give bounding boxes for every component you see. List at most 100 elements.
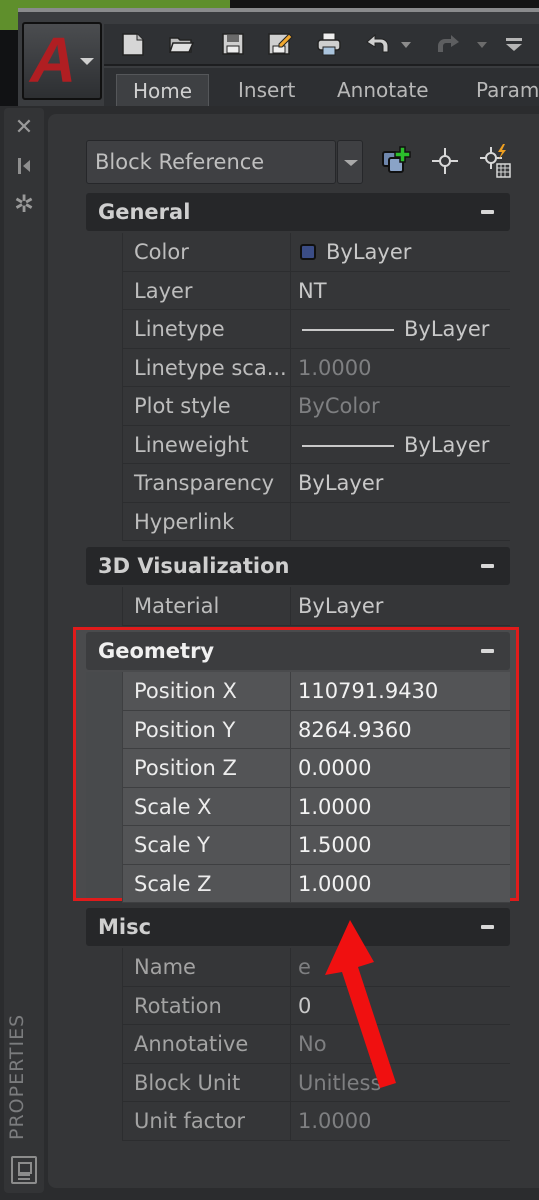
property-value[interactable]: ByLayer (292, 310, 510, 348)
property-label: Linetype (123, 310, 291, 348)
property-value[interactable]: No (292, 1025, 510, 1063)
section-general[interactable]: General (86, 193, 510, 231)
save-icon[interactable] (218, 30, 248, 58)
property-value[interactable]: ByLayer (292, 587, 510, 625)
property-label: Scale Y (123, 826, 291, 864)
property-row[interactable]: Transparency ByLayer (122, 464, 510, 503)
color-value: ByLayer (326, 240, 412, 264)
property-value[interactable]: e (292, 948, 510, 986)
general-properties: Color ByLayer Layer NT Linetype ByLayer … (122, 233, 510, 541)
lineweight-value: ByLayer (404, 432, 490, 457)
redo-icon[interactable] (434, 30, 464, 58)
property-row[interactable]: Scale Y 1.5000 (122, 826, 510, 865)
property-row[interactable]: Rotation 0 (122, 986, 510, 1025)
property-label: Transparency (123, 464, 291, 502)
property-value[interactable]: ByLayer (292, 464, 510, 502)
property-row[interactable]: Layer NT (122, 271, 510, 310)
property-row[interactable]: Position X 110791.9430 (122, 672, 510, 711)
property-row[interactable]: Position Y 8264.9360 (122, 710, 510, 749)
settings-icon[interactable]: ✲ (10, 190, 38, 218)
object-type-select[interactable]: Block Reference (86, 140, 336, 184)
property-value[interactable]: 0.0000 (292, 749, 510, 787)
property-label: Position X (123, 672, 291, 710)
property-label: Hyperlink (123, 502, 291, 540)
collapse-icon[interactable] (481, 649, 494, 653)
property-label: Layer (123, 271, 291, 309)
property-value[interactable]: 1.0000 (292, 865, 510, 903)
geometry-gutter (86, 672, 122, 898)
property-value[interactable]: Unitless (292, 1064, 510, 1102)
open-icon[interactable] (166, 30, 196, 58)
section-geometry[interactable]: Geometry (86, 632, 510, 670)
quick-select-icon[interactable] (476, 142, 514, 180)
properties-icon[interactable] (11, 1156, 37, 1184)
property-label: Lineweight (123, 425, 291, 463)
new-icon[interactable] (118, 30, 148, 58)
section-misc[interactable]: Misc (86, 908, 510, 946)
auto-hide-icon[interactable] (10, 152, 38, 180)
collapse-icon[interactable] (481, 564, 494, 568)
visualization-properties: Material ByLayer (122, 587, 510, 626)
property-row[interactable]: Plot style ByColor (122, 387, 510, 426)
property-label: Name (123, 948, 291, 986)
property-row[interactable]: Scale X 1.0000 (122, 787, 510, 826)
property-value[interactable]: 0 (292, 987, 510, 1025)
undo-dropdown-icon[interactable] (398, 30, 414, 58)
tab-insert[interactable]: Insert (222, 74, 311, 106)
ribbon-tabs: Home Insert Annotate Param (104, 68, 539, 106)
property-row[interactable]: Linetype sca... 1.0000 (122, 348, 510, 387)
property-row[interactable]: Scale Z 1.0000 (122, 864, 510, 903)
collapse-icon[interactable] (481, 210, 494, 214)
section-title: 3D Visualization (98, 554, 290, 578)
customize-icon[interactable] (502, 30, 526, 58)
property-row[interactable]: Name e (122, 948, 510, 987)
application-menu-button[interactable]: A (22, 22, 102, 100)
property-value[interactable]: 1.0000 (292, 1102, 510, 1140)
property-value[interactable]: 1.5000 (292, 826, 510, 864)
undo-icon[interactable] (362, 30, 392, 58)
property-row[interactable]: Material ByLayer (122, 587, 510, 626)
property-value[interactable]: 1.0000 (292, 788, 510, 826)
property-row[interactable]: Color ByLayer (122, 233, 510, 272)
tab-annotate[interactable]: Annotate (321, 74, 445, 106)
property-value[interactable]: ByLayer (292, 426, 510, 464)
tab-home[interactable]: Home (116, 74, 210, 106)
palette-title: PROPERTIES (6, 1013, 28, 1140)
property-label: Annotative (123, 1025, 291, 1063)
property-label: Linetype sca... (123, 348, 291, 386)
tab-parametric[interactable]: Param (460, 74, 539, 106)
property-label: Material (123, 587, 291, 625)
collapse-icon[interactable] (481, 925, 494, 929)
select-objects-icon[interactable] (426, 142, 464, 180)
toggle-pickadd-icon[interactable] (378, 142, 416, 180)
quick-access-toolbar (104, 24, 539, 66)
object-type-dropdown-button[interactable] (337, 140, 363, 184)
property-value[interactable]: ByColor (292, 387, 510, 425)
close-icon[interactable]: ✕ (10, 114, 38, 142)
property-label: Scale X (123, 787, 291, 825)
plot-icon[interactable] (314, 30, 344, 58)
color-swatch (300, 244, 316, 260)
property-value[interactable]: ByLayer (292, 233, 510, 271)
property-value[interactable]: 8264.9360 (292, 711, 510, 749)
property-row[interactable]: Annotative No (122, 1025, 510, 1064)
property-label: Scale Z (123, 864, 291, 902)
property-row[interactable]: Block Unit Unitless (122, 1063, 510, 1102)
property-label: Position Z (123, 749, 291, 787)
redo-dropdown-icon[interactable] (474, 30, 490, 58)
property-row[interactable]: Hyperlink (122, 502, 510, 541)
property-row[interactable]: Position Z 0.0000 (122, 749, 510, 788)
property-row[interactable]: Unit factor 1.0000 (122, 1102, 510, 1141)
property-row[interactable]: Linetype ByLayer (122, 310, 510, 349)
property-value[interactable]: 110791.9430 (292, 672, 510, 710)
property-value[interactable] (292, 503, 510, 541)
property-value[interactable]: NT (292, 272, 510, 310)
section-3d-visualization[interactable]: 3D Visualization (86, 547, 510, 585)
geometry-properties: Position X 110791.9430 Position Y 8264.9… (122, 672, 510, 903)
save-as-icon[interactable] (264, 30, 294, 58)
misc-properties: Name e Rotation 0 Annotative No Block Un… (122, 948, 510, 1141)
property-label: Plot style (123, 387, 291, 425)
property-value[interactable]: 1.0000 (292, 349, 510, 387)
property-row[interactable]: Lineweight ByLayer (122, 425, 510, 464)
lineweight-preview (302, 444, 394, 447)
